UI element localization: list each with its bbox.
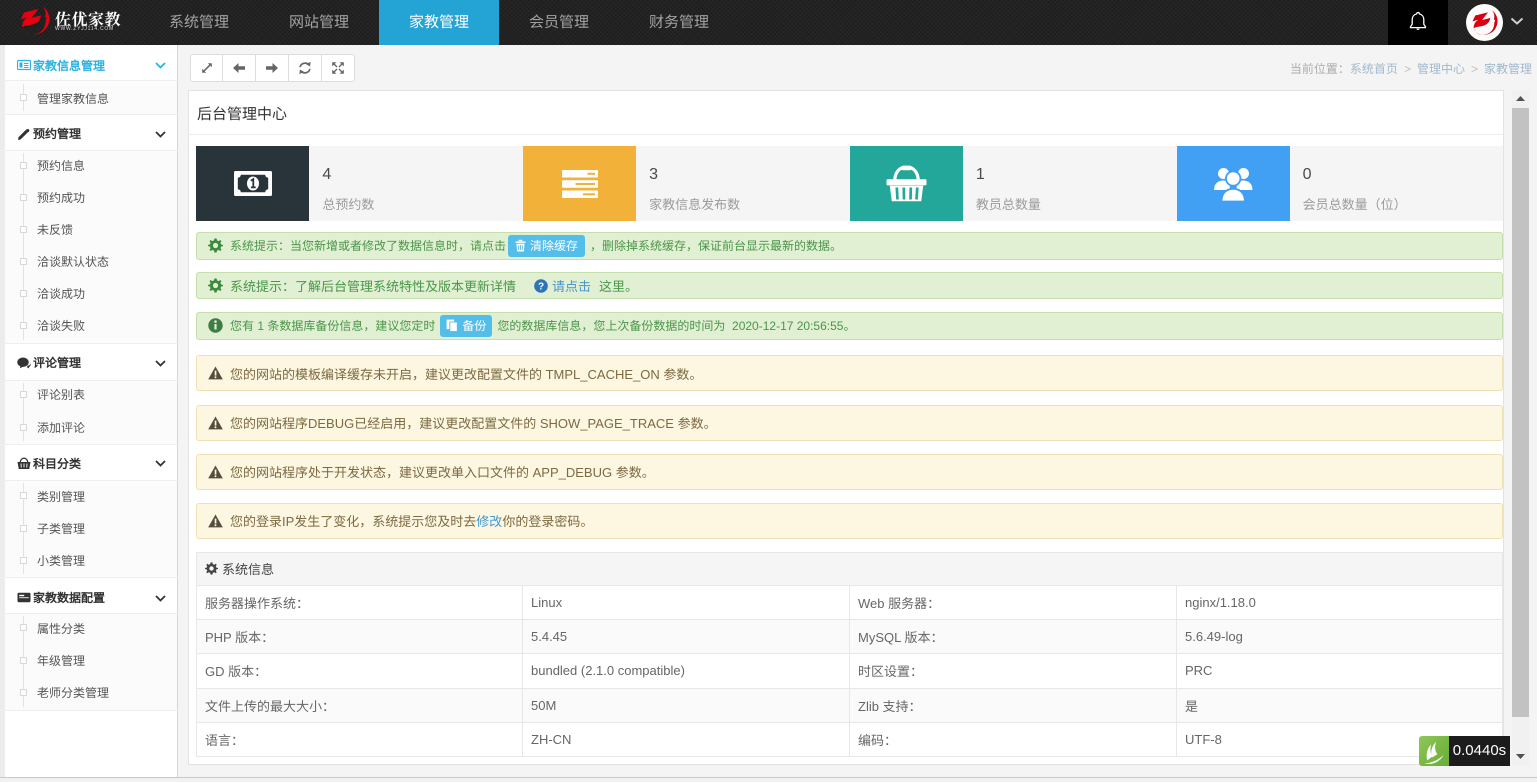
svg-text:?: ? [538,281,544,292]
